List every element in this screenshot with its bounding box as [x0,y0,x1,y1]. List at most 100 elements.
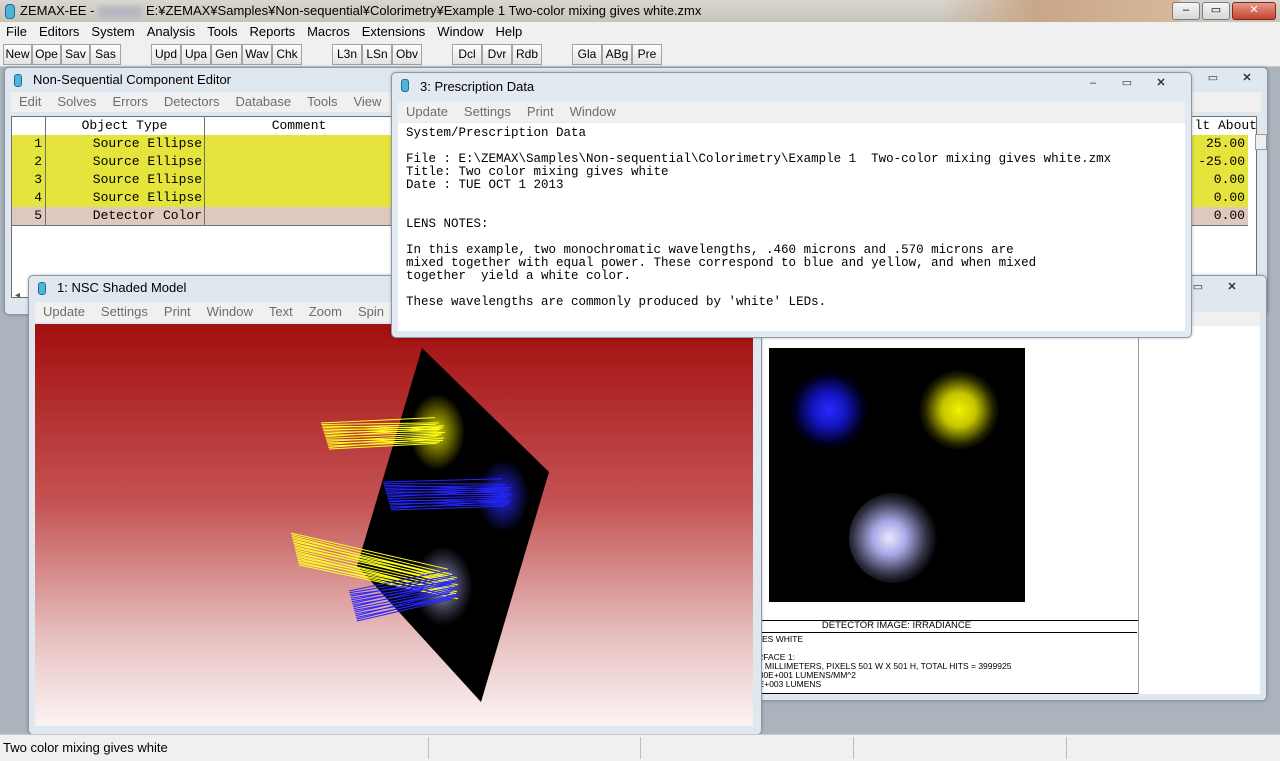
prescription-titlebar[interactable]: 3: Prescription Data – ▭ ✕ [392,73,1191,97]
row-number[interactable]: 1 [12,135,46,153]
zemax-app-icon [5,4,15,19]
status-divider [1066,737,1067,759]
white-mix-spot [849,493,939,583]
rx-menu-print[interactable]: Print [519,102,562,119]
row-number[interactable]: 5 [12,207,46,225]
nsc-editor-maximize-button[interactable]: ▭ [1199,71,1227,86]
wallpaper-strip [940,0,1180,22]
nsc-editor-close-button[interactable]: ✕ [1233,71,1261,86]
prescription-title: 3: Prescription Data [420,79,534,94]
menu-help[interactable]: Help [490,22,529,39]
prescription-window: 3: Prescription Data – ▭ ✕ UpdateSetting… [391,72,1192,338]
object-type-cell[interactable]: Source Ellipse [45,189,205,207]
nsc-menu-solves[interactable]: Solves [49,92,104,109]
nsc-menu-view[interactable]: View [345,92,389,109]
toolbar-save-button[interactable]: Sav [61,44,90,65]
nsc-scroll-thumb[interactable] [1255,134,1267,150]
toolbar-gla-button[interactable]: Gla [572,44,602,65]
toolbar-rdb-button[interactable]: Rdb [512,44,542,65]
prescription-text: System/Prescription Data File : E:\ZEMAX… [398,123,1185,331]
comment-cell[interactable] [204,135,394,153]
shaded-menu-zoom[interactable]: Zoom [301,302,350,319]
yellow-spot [919,370,999,450]
menu-extensions[interactable]: Extensions [356,22,432,39]
prescription-minimize-button[interactable]: – [1079,76,1107,91]
nsc-menu-detectors[interactable]: Detectors [156,92,228,109]
app-title-bar: ZEMAX-EE - E:¥ZEMAX¥Samples¥Non-sequenti… [0,0,1280,22]
comment-cell[interactable] [204,189,394,207]
shaded-menu-spin[interactable]: Spin [350,302,392,319]
prescription-icon [401,79,409,92]
blue-spot [789,370,869,450]
shaded-menu-print[interactable]: Print [156,302,199,319]
shaded-menu-settings[interactable]: Settings [93,302,156,319]
shaded-model-canvas[interactable] [35,324,753,726]
menu-window[interactable]: Window [431,22,489,39]
detector-viewer-close-button[interactable]: ✕ [1218,280,1246,295]
object-type-cell[interactable]: Source Ellipse [45,171,205,189]
toolbar-abg-button[interactable]: ABg [602,44,632,65]
object-type-cell[interactable]: Detector Color [45,207,205,225]
status-divider [853,737,854,759]
status-bar: Two color mixing gives white [0,734,1280,761]
toolbar-dcl-button[interactable]: Dcl [452,44,482,65]
toolbar-l3n-button[interactable]: L3n [332,44,362,65]
row-number[interactable]: 2 [12,153,46,171]
status-divider [428,737,429,759]
nsc-editor-icon [14,74,22,87]
rx-menu-settings[interactable]: Settings [456,102,519,119]
nsc-menu-errors[interactable]: Errors [104,92,155,109]
nsc-menu-database[interactable]: Database [227,92,299,109]
toolbar-dvr-button[interactable]: Dvr [482,44,512,65]
comment-cell[interactable] [204,153,394,171]
row-number[interactable]: 3 [12,171,46,189]
menu-macros[interactable]: Macros [301,22,356,39]
toolbar-upd-button[interactable]: Upd [151,44,181,65]
toolbar-gen-button[interactable]: Gen [211,44,242,65]
prescription-menu: UpdateSettingsPrintWindow [398,102,1185,122]
menu-editors[interactable]: Editors [33,22,85,39]
toolbar-pre-button[interactable]: Pre [632,44,662,65]
menu-file[interactable]: File [0,22,33,39]
shaded-model-title: 1: NSC Shaded Model [57,280,186,295]
main-menubar: FileEditorsSystemAnalysisToolsReportsMac… [0,22,1280,42]
app-minimize-button[interactable]: – [1172,2,1200,20]
shaded-menu-text[interactable]: Text [261,302,301,319]
nsc-menu-edit[interactable]: Edit [11,92,49,109]
prescription-close-button[interactable]: ✕ [1147,76,1175,91]
menu-tools[interactable]: Tools [201,22,243,39]
nsc-editor-title: Non-Sequential Component Editor [33,72,231,87]
menu-reports[interactable]: Reports [244,22,302,39]
toolbar-obv-button[interactable]: Obv [392,44,422,65]
toolbar-new-button[interactable]: New [3,44,32,65]
toolbar-upa-button[interactable]: Upa [181,44,211,65]
shaded-model-render [35,324,753,726]
toolbar-lsn-button[interactable]: LSn [362,44,392,65]
rx-menu-update[interactable]: Update [398,102,456,119]
comment-cell[interactable] [204,207,394,225]
nsc-menu-tools[interactable]: Tools [299,92,345,109]
prescription-maximize-button[interactable]: ▭ [1113,76,1141,91]
shaded-model-icon [38,282,46,295]
menu-analysis[interactable]: Analysis [141,22,201,39]
menu-system[interactable]: System [85,22,140,39]
shaded-model-window: 1: NSC Shaded Model UpdateSettingsPrintW… [28,275,762,735]
toolbar-wav-button[interactable]: Wav [242,44,272,65]
toolbar-open-button[interactable]: Ope [32,44,61,65]
row-number[interactable]: 4 [12,189,46,207]
shaded-menu-update[interactable]: Update [35,302,93,319]
col-comment-header: Comment [204,117,394,135]
nsc-scroll-left-arrow[interactable]: ◂ [15,290,20,301]
irradiance-image [769,348,1025,602]
shaded-menu-window[interactable]: Window [199,302,261,319]
object-type-cell[interactable]: Source Ellipse [45,153,205,171]
app-maximize-button[interactable]: ▭ [1202,2,1230,20]
status-divider [640,737,641,759]
object-type-cell[interactable]: Source Ellipse [45,135,205,153]
app-close-button[interactable]: ✕ [1232,2,1276,20]
toolbar-saveas-button[interactable]: Sas [90,44,121,65]
toolbar-chk-button[interactable]: Chk [272,44,302,65]
app-title: ZEMAX-EE - E:¥ZEMAX¥Samples¥Non-sequenti… [20,3,701,18]
rx-menu-window[interactable]: Window [562,102,624,119]
comment-cell[interactable] [204,171,394,189]
